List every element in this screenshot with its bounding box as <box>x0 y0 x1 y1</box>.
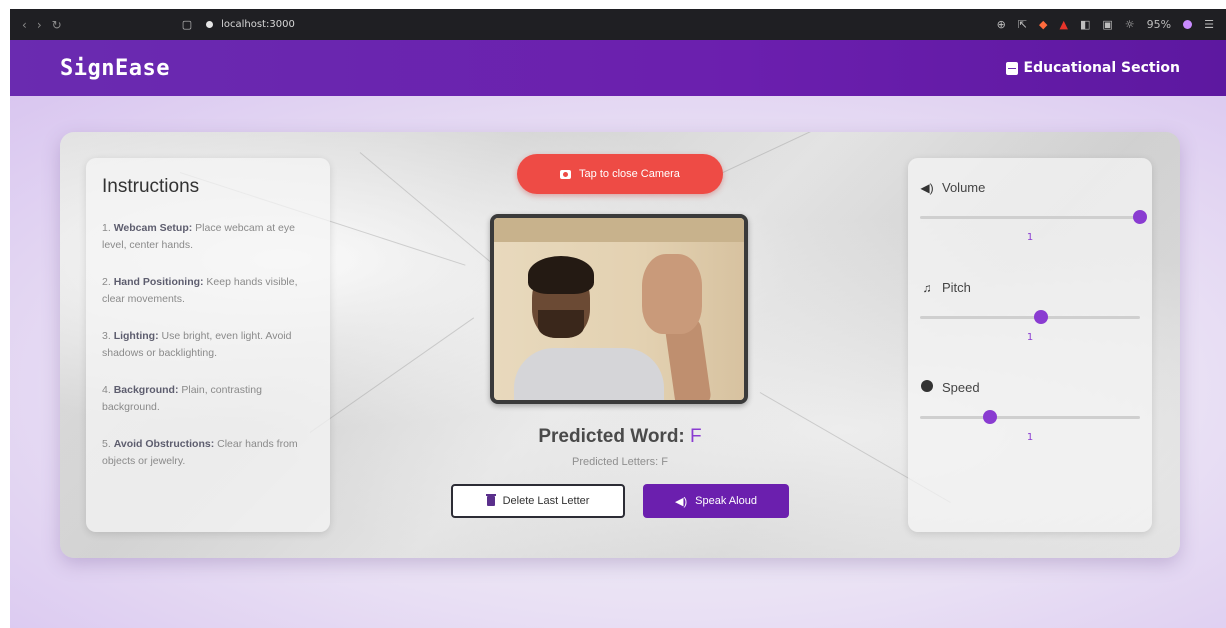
pitch-slider-track[interactable] <box>920 316 1140 319</box>
instruction-heading: Lighting: <box>113 330 159 342</box>
video-ceiling <box>494 218 744 242</box>
close-camera-button[interactable]: Tap to close Camera <box>517 154 723 194</box>
browser-toolbar: ‹ › ↻ ▢ localhost:3000 ⊕ ⇱ ◆ ▲ ◧ ▣ ☼ 95%… <box>10 9 1226 40</box>
zoom-icon[interactable]: ⊕ <box>997 18 1006 31</box>
video-person-hair <box>528 256 594 294</box>
share-icon[interactable]: ⇱ <box>1018 18 1027 31</box>
webcam-feed <box>490 214 748 404</box>
video-person-beard <box>538 310 584 338</box>
pitch-control: ♫ Pitch 1 <box>920 280 1140 380</box>
instruction-item: 3. Lighting: Use bright, even light. Avo… <box>102 328 314 362</box>
volume-slider-track[interactable] <box>920 216 1140 219</box>
vpn-icon[interactable]: ☼ <box>1125 18 1135 31</box>
instruction-heading: Webcam Setup: <box>113 222 193 234</box>
pitch-label-row: ♫ Pitch <box>920 280 1140 295</box>
reload-icon[interactable]: ↻ <box>52 18 62 32</box>
marble-vein <box>309 317 475 433</box>
pitch-slider-thumb[interactable] <box>1034 310 1048 324</box>
profile-icon[interactable] <box>1183 20 1193 29</box>
educational-section-link[interactable]: Educational Section <box>1005 60 1180 76</box>
wallet-icon[interactable]: ▣ <box>1102 18 1112 31</box>
browser-extensions: ⊕ ⇱ ◆ ▲ ◧ ▣ ☼ 95% ☰ <box>997 18 1214 31</box>
speed-label-row: Speed <box>920 380 1140 395</box>
url-text[interactable]: localhost:3000 <box>221 19 295 30</box>
delete-last-letter-button[interactable]: Delete Last Letter <box>451 484 625 518</box>
instruction-item: 1. Webcam Setup: Place webcam at eye lev… <box>102 220 314 254</box>
instruction-number: 4. <box>102 384 111 396</box>
page-background: Instructions 1. Webcam Setup: Place webc… <box>10 96 1226 628</box>
trash-icon <box>485 494 496 506</box>
instructions-panel: Instructions 1. Webcam Setup: Place webc… <box>86 158 330 532</box>
instruction-number: 2. <box>102 276 111 288</box>
brave-shield-icon[interactable]: ◆ <box>1039 18 1047 31</box>
tab-icon[interactable]: ▢ <box>182 18 192 31</box>
instructions-title: Instructions <box>102 176 200 197</box>
app-header: SignEase Educational Section <box>10 40 1226 96</box>
volume-label: Volume <box>942 180 986 195</box>
speak-aloud-label: Speak Aloud <box>695 495 757 507</box>
instruction-item: 5. Avoid Obstructions: Clear hands from … <box>102 436 314 470</box>
instruction-number: 3. <box>102 330 111 342</box>
instruction-number: 1. <box>102 222 111 234</box>
pitch-label: Pitch <box>942 280 971 295</box>
predicted-letters: Predicted Letters: F <box>572 456 668 468</box>
volume-control: ◀) Volume 1 <box>920 180 1147 280</box>
instruction-heading: Hand Positioning: <box>113 276 204 288</box>
delete-last-letter-label: Delete Last Letter <box>502 495 590 507</box>
predicted-word: Predicted Word: F <box>440 426 800 448</box>
speed-slider-thumb[interactable] <box>983 410 998 424</box>
forward-icon[interactable]: › <box>37 18 42 32</box>
speed-control: Speed 1 <box>920 380 1140 480</box>
volume-slider-thumb[interactable] <box>1133 210 1147 224</box>
speaker-icon: ◀) <box>675 495 688 508</box>
zoom-level: 95% <box>1146 18 1172 31</box>
sidebar-icon[interactable]: ◧ <box>1080 18 1090 31</box>
speed-slider-track[interactable] <box>920 416 1140 419</box>
speak-aloud-button[interactable]: ◀) Speak Aloud <box>643 484 789 518</box>
speaker-icon: ◀) <box>920 180 934 195</box>
predicted-word-value: F <box>690 426 702 447</box>
brand-logo[interactable]: SignEase <box>60 56 170 81</box>
pitch-value: 1 <box>1026 332 1034 343</box>
gauge-icon <box>920 380 934 395</box>
close-camera-label: Tap to close Camera <box>579 168 680 180</box>
volume-label-row: ◀) Volume <box>920 180 1140 195</box>
music-note-icon: ♫ <box>922 280 932 295</box>
speed-label: Speed <box>942 380 980 395</box>
instruction-heading: Avoid Obstructions: <box>113 438 215 450</box>
back-icon[interactable]: ‹ <box>22 18 27 32</box>
rewards-icon[interactable]: ▲ <box>1060 18 1068 31</box>
instruction-heading: Background: <box>113 384 179 396</box>
main-card: Instructions 1. Webcam Setup: Place webc… <box>60 132 1180 558</box>
menu-icon[interactable]: ☰ <box>1204 18 1214 31</box>
browser-nav: ‹ › ↻ <box>22 18 62 32</box>
address-bar[interactable]: localhost:3000 <box>206 19 295 30</box>
book-icon <box>1005 61 1018 75</box>
speed-value: 1 <box>1026 432 1034 443</box>
volume-value: 1 <box>1026 232 1034 243</box>
instruction-item: 2. Hand Positioning: Keep hands visible,… <box>102 274 314 308</box>
instruction-number: 5. <box>102 438 111 450</box>
video-person-shirt <box>514 348 664 400</box>
instruction-item: 4. Background: Plain, contrasting backgr… <box>102 382 314 416</box>
video-person-hand-sign <box>642 254 702 334</box>
predicted-word-label: Predicted Word: <box>538 426 685 447</box>
voice-controls-panel: ◀) Volume 1 ♫ Pitch 1 Speed 1 <box>908 158 1152 532</box>
educational-section-label: Educational Section <box>1023 60 1180 76</box>
site-info-icon[interactable] <box>206 21 214 28</box>
camera-icon <box>560 169 572 179</box>
